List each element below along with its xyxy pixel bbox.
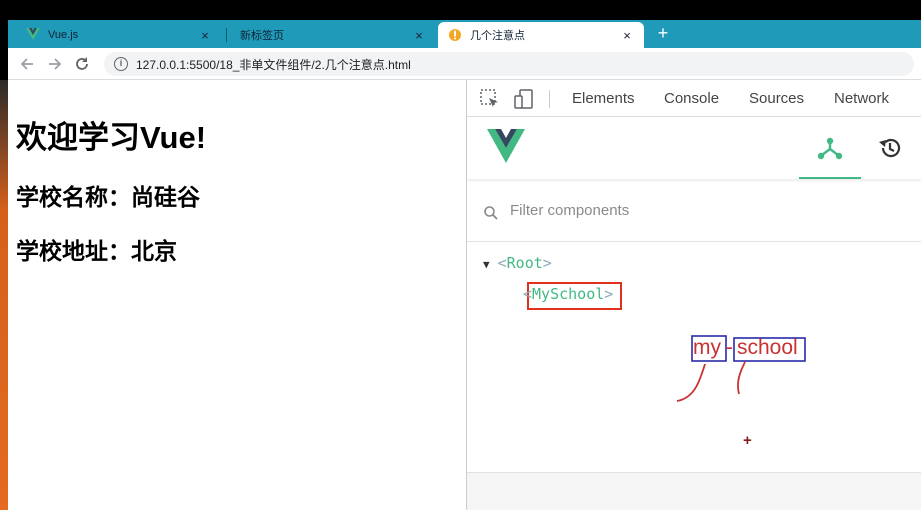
address-bar[interactable]: i 127.0.0.1:5500/18_非单文件组件/2.几个注意点.html bbox=[104, 52, 914, 76]
tab-vuejs[interactable]: Vue.js × bbox=[16, 22, 222, 48]
close-tab-icon[interactable]: × bbox=[620, 28, 634, 43]
inspect-element-icon[interactable] bbox=[479, 88, 501, 110]
components-tab[interactable] bbox=[799, 117, 861, 179]
annotation-text-my: my bbox=[693, 336, 721, 359]
reload-icon[interactable] bbox=[72, 54, 92, 74]
root-component-name: Root bbox=[506, 254, 543, 272]
vue-favicon-icon bbox=[26, 28, 40, 42]
tree-node-myschool[interactable]: <MySchool> bbox=[523, 285, 613, 303]
address-text: 127.0.0.1:5500/18_非单文件组件/2.几个注意点.html bbox=[136, 57, 411, 72]
toolbar-divider bbox=[549, 90, 550, 108]
history-icon[interactable] bbox=[877, 135, 903, 166]
new-tab-button[interactable]: + bbox=[652, 22, 674, 46]
web-page: 欢迎学习Vue! 学校名称：尚硅谷 学校地址：北京 bbox=[8, 80, 466, 510]
school-name-text: 学校名称：尚硅谷 bbox=[16, 184, 200, 210]
tag-bracket: < bbox=[523, 285, 533, 303]
cursor-crosshair-icon: + bbox=[743, 432, 752, 449]
school-address-text: 学校地址：北京 bbox=[16, 238, 177, 264]
back-icon[interactable] bbox=[18, 54, 38, 74]
tab-label: 几个注意点 bbox=[470, 30, 525, 42]
device-toolbar-icon[interactable] bbox=[513, 88, 535, 110]
tab-console[interactable]: Console bbox=[664, 90, 719, 107]
site-info-icon[interactable]: i bbox=[114, 57, 128, 71]
tab-network[interactable]: Network bbox=[834, 90, 889, 107]
tag-bracket: < bbox=[497, 254, 507, 272]
expand-arrow-icon[interactable]: ▼ bbox=[483, 258, 490, 271]
child-component-name: MySchool bbox=[532, 285, 605, 303]
page-heading: 欢迎学习Vue! bbox=[16, 120, 207, 155]
tag-bracket: > bbox=[542, 254, 552, 272]
tree-node-root[interactable]: ▼ <Root> bbox=[483, 254, 552, 272]
browser-tabstrip: Vue.js × 新标签页 × 几个注意点 × + bbox=[8, 20, 921, 48]
tab-active[interactable]: 几个注意点 × bbox=[438, 22, 644, 48]
desktop-edge bbox=[0, 80, 8, 510]
close-tab-icon[interactable]: × bbox=[198, 28, 212, 43]
devtools-panel: Elements Console Sources Network Filter … bbox=[466, 80, 921, 510]
component-tree-icon bbox=[817, 135, 843, 166]
tab-elements[interactable]: Elements bbox=[572, 90, 635, 107]
close-tab-icon[interactable]: × bbox=[412, 28, 426, 43]
tab-sources[interactable]: Sources bbox=[749, 90, 804, 107]
search-icon bbox=[483, 205, 499, 226]
tab-label: Vue.js bbox=[48, 29, 79, 41]
tab-new-tab-page[interactable]: 新标签页 × bbox=[230, 22, 436, 48]
devtools-tab-bar: Elements Console Sources Network bbox=[467, 80, 921, 117]
browser-toolbar: i 127.0.0.1:5500/18_非单文件组件/2.几个注意点.html bbox=[8, 48, 921, 80]
filter-row: Filter components bbox=[467, 192, 921, 242]
tab-label: 新标签页 bbox=[240, 30, 284, 42]
annotation-hyphen: - bbox=[726, 336, 733, 359]
vue-logo-icon bbox=[487, 129, 525, 168]
tab-divider bbox=[226, 28, 227, 42]
vue-devtools-header bbox=[467, 117, 921, 179]
filter-components-input[interactable]: Filter components bbox=[510, 202, 629, 219]
screen: Vue.js × 新标签页 × 几个注意点 × + i 127.0.0.1:55… bbox=[0, 0, 921, 510]
devtools-details-pane bbox=[467, 472, 921, 510]
annotation-text-school: school bbox=[737, 336, 798, 359]
tag-bracket: > bbox=[604, 285, 614, 303]
forward-icon[interactable] bbox=[44, 54, 64, 74]
loading-favicon-icon bbox=[448, 28, 462, 42]
